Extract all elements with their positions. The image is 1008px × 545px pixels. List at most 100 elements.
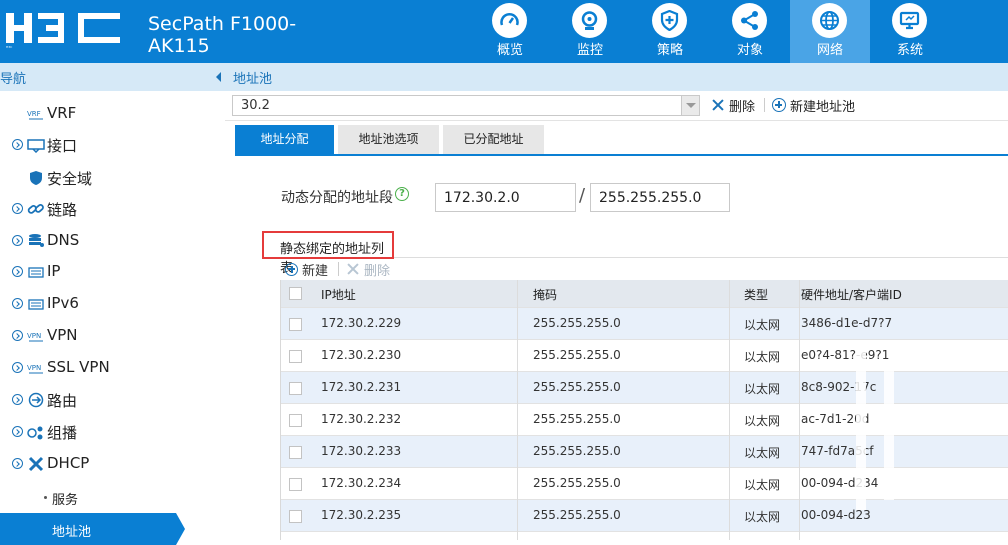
tab-pool-options[interactable]: 地址池选项 (338, 125, 439, 154)
static-binding-title: 静态绑定的地址列表 (262, 231, 394, 276)
svg-text:VRF: VRF (27, 110, 41, 118)
sidebar-item-label: 链路 (47, 201, 78, 219)
expand-icon[interactable] (12, 458, 23, 469)
row-checkbox[interactable] (289, 318, 302, 331)
row-checkbox[interactable] (289, 350, 302, 363)
column-divider (799, 280, 800, 540)
nav-monitor[interactable]: 监控 (550, 0, 630, 63)
select-all-checkbox[interactable] (289, 287, 302, 300)
pool-select[interactable]: 30.2 (232, 95, 700, 116)
sidebar-item-label: 接口 (47, 137, 78, 155)
row-checkbox[interactable] (289, 510, 302, 523)
nav-object[interactable]: 对象 (710, 0, 790, 63)
table-row[interactable]: 172.30.2.230 255.255.255.0 以太网 e0?4-81?-e9?… (281, 340, 1008, 372)
expand-icon[interactable] (12, 266, 23, 277)
svg-text:H3C: H3C (6, 45, 12, 49)
chevron-down-icon[interactable] (681, 96, 699, 115)
delete-binding-button[interactable]: 删除 (346, 261, 390, 279)
delete-pool-button[interactable]: 删除 (711, 96, 756, 115)
row-checkbox[interactable] (289, 478, 302, 491)
sidebar-item-label: SSL VPN (47, 358, 110, 376)
cell-type: 以太网 (744, 478, 781, 492)
sidebar-item-link[interactable]: 链路 (0, 193, 225, 225)
tab-address-allocation[interactable]: 地址分配 (235, 125, 334, 154)
page-header: 地址池 (225, 63, 1008, 91)
sidebar-item-service[interactable]: 服务 (0, 481, 225, 513)
sidebar-item-security-zone[interactable]: 安全域 (0, 162, 225, 194)
sidebar-item-interface[interactable]: 接口 (0, 129, 225, 161)
expand-icon[interactable] (12, 426, 23, 437)
cell-ip: 172.30.2.233 (321, 444, 402, 458)
column-hw[interactable]: 硬件地址/客户端ID (801, 280, 902, 307)
table-row[interactable]: 172.30.2.229 255.255.255.0 以太网 3486-d1e-d7?… (281, 308, 1008, 340)
sidebar-item-ipv6[interactable]: IPv6 (0, 288, 225, 320)
expand-icon[interactable] (12, 362, 23, 373)
shield-plus-icon (660, 10, 679, 31)
sidebar-item-dhcp[interactable]: DHCP (0, 448, 225, 480)
divider (394, 257, 1008, 258)
nav-overview[interactable]: 概览 (470, 0, 550, 63)
cell-mask: 255.255.255.0 (533, 476, 621, 490)
product-line2: AK115 (148, 35, 210, 57)
range-ip-input[interactable]: 172.30.2.0 (435, 183, 576, 212)
nav-network[interactable]: 网络 (790, 0, 870, 63)
sslvpn-icon: VPN (27, 364, 43, 374)
nav-label: 对象 (736, 43, 763, 58)
table-row[interactable]: 172.30.2.235 255.255.255.0 以太网 00-094-d23 (281, 500, 1008, 532)
sidebar-item-ip[interactable]: IP (0, 256, 225, 288)
cell-ip: 172.30.2.231 (321, 380, 402, 394)
help-icon[interactable]: ? (395, 187, 409, 201)
sidebar-item-dns[interactable]: DNS (0, 225, 225, 257)
sidebar-item-vrf[interactable]: VRF VRF (0, 98, 225, 130)
column-ip[interactable]: IP地址 (321, 280, 356, 307)
sidebar-item-address-pool[interactable]: 地址池 (0, 513, 185, 545)
sidebar-item-label: DNS (47, 231, 80, 249)
cell-mask: 255.255.255.0 (533, 508, 621, 522)
cell-mask: 255.255.255.0 (533, 316, 621, 330)
collapse-sidebar-icon[interactable] (216, 72, 221, 82)
table-row[interactable]: 172.30.2.231 255.255.255.0 以太网 8c8-902-17c (281, 372, 1008, 404)
sidebar-item-multicast[interactable]: 组播 (0, 416, 225, 448)
tab-allocated-addresses[interactable]: 已分配地址 (443, 125, 544, 154)
sidebar-item-label: IP (47, 262, 61, 280)
table-row[interactable]: 172.30.2.233 255.255.255.0 以太网 747-fd7a5cf (281, 436, 1008, 468)
column-mask[interactable]: 掩码 (533, 280, 557, 307)
nav-policy[interactable]: 策略 (630, 0, 710, 63)
sidebar-item-route[interactable]: 路由 (0, 384, 225, 416)
expand-icon[interactable] (12, 394, 23, 405)
expand-icon[interactable] (12, 235, 23, 246)
expand-icon[interactable] (12, 139, 23, 150)
row-checkbox[interactable] (289, 446, 302, 459)
cell-mask: 255.255.255.0 (533, 348, 621, 362)
cell-type: 以太网 (744, 318, 781, 332)
expand-icon[interactable] (12, 203, 23, 214)
table-row[interactable]: 172.30.2.234 255.255.255.0 以太网 00-094-d234 (281, 468, 1008, 500)
new-pool-label: 新建地址池 (790, 99, 856, 115)
cell-hw: 3486-d1e-d7?7 (801, 316, 893, 330)
gauge-icon (500, 12, 519, 26)
cell-type: 以太网 (744, 414, 781, 428)
sidebar-item-ssl-vpn[interactable]: VPN SSL VPN (0, 352, 225, 384)
top-header: H3C SecPath F1000- AK115 概览 监控 策略 对象 网络 … (0, 0, 1008, 63)
sidebar-item-vpn[interactable]: VPN VPN (0, 320, 225, 352)
new-binding-button[interactable]: 新建 (285, 261, 328, 279)
sidebar-item-label: 路由 (47, 392, 78, 410)
slash-separator: / (579, 185, 586, 206)
row-checkbox[interactable] (289, 414, 302, 427)
add-icon (772, 98, 786, 112)
monitor-icon (899, 11, 920, 30)
sidebar-item-label: VRF (47, 104, 77, 122)
expand-icon[interactable] (12, 298, 23, 309)
delete-label: 删除 (729, 99, 756, 115)
nav-label: 网络 (816, 43, 843, 58)
new-pool-button[interactable]: 新建地址池 (772, 96, 856, 115)
nav-system[interactable]: 系统 (870, 0, 950, 63)
column-type[interactable]: 类型 (744, 280, 768, 307)
table-row[interactable]: 172.30.2.232 255.255.255.0 以太网 ac-7d1-20d (281, 404, 1008, 436)
row-checkbox[interactable] (289, 382, 302, 395)
share-icon (741, 11, 758, 30)
range-mask-input[interactable]: 255.255.255.0 (590, 183, 730, 212)
tab-bar: 地址分配 地址池选项 已分配地址 (235, 125, 548, 154)
expand-icon[interactable] (12, 330, 23, 341)
cell-type: 以太网 (744, 350, 781, 364)
